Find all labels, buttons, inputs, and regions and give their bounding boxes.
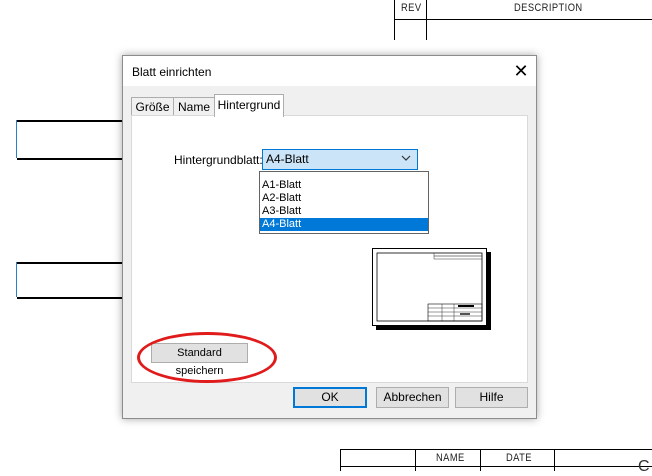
annotation-highlight-ring [137, 332, 277, 383]
date-header: DATE [506, 452, 532, 464]
tab-label: Name [177, 100, 210, 114]
close-button[interactable]: ✕ [506, 56, 536, 86]
rev-header: REV [401, 2, 422, 14]
title-table-header-line [340, 466, 652, 467]
dropdown-option-a4[interactable]: A4-Blatt [260, 218, 428, 231]
help-button[interactable]: Hilfe [455, 387, 528, 408]
title-table-border [340, 449, 341, 471]
selection-edge-upper [16, 120, 17, 158]
title-table-divider [415, 449, 416, 471]
rev-table-border [394, 0, 395, 40]
drawing-frame-box-upper [17, 120, 129, 160]
tab-name[interactable]: Name [173, 97, 215, 116]
description-header: DESCRIPTION [514, 2, 583, 14]
background-tab-panel: Hintergrundblatt: A4-Blatt A1-Blatt A2-B… [131, 115, 528, 383]
dropdown-option-a1[interactable]: A1-Blatt [260, 179, 428, 192]
tab-groesse[interactable]: Größe [131, 97, 174, 116]
page-setup-dialog: Blatt einrichten ✕ Größe Name Hintergrun… [122, 55, 537, 419]
chevron-down-icon [401, 151, 411, 168]
tab-label: Hintergrund [217, 98, 281, 112]
background-sheet-label: Hintergrundblatt: [174, 153, 263, 167]
tab-hintergrund[interactable]: Hintergrund [214, 94, 284, 117]
cancel-button[interactable]: Abbrechen [376, 387, 449, 408]
revision-table: REV DESCRIPTION [394, 0, 652, 40]
sheet-preview-image [372, 248, 491, 330]
selection-edge-lower [16, 262, 17, 297]
drawing-frame-box-lower [17, 262, 129, 299]
rev-table-divider [426, 0, 427, 40]
name-header: NAME [436, 452, 465, 464]
background-sheet-select[interactable]: A4-Blatt [262, 149, 418, 170]
dialog-title: Blatt einrichten [132, 65, 212, 79]
tab-label: Größe [135, 100, 170, 114]
background-sheet-dropdown-list: A1-Blatt A2-Blatt A3-Blatt A4-Blatt [259, 171, 429, 234]
close-icon: ✕ [513, 61, 529, 81]
title-table-divider [554, 449, 555, 471]
sheet-zone-letter: C [638, 458, 650, 475]
ok-button[interactable]: OK [293, 387, 367, 408]
background-sheet-value: A4-Blatt [266, 152, 309, 166]
title-table-top-line [340, 449, 652, 450]
rev-table-header-line [394, 19, 652, 20]
dropdown-option-a3[interactable]: A3-Blatt [260, 205, 428, 218]
title-block-table: NAME DATE [340, 449, 652, 471]
title-table-divider [480, 449, 481, 471]
dropdown-option-a2[interactable]: A2-Blatt [260, 192, 428, 205]
dialog-titlebar[interactable]: Blatt einrichten ✕ [123, 56, 536, 86]
